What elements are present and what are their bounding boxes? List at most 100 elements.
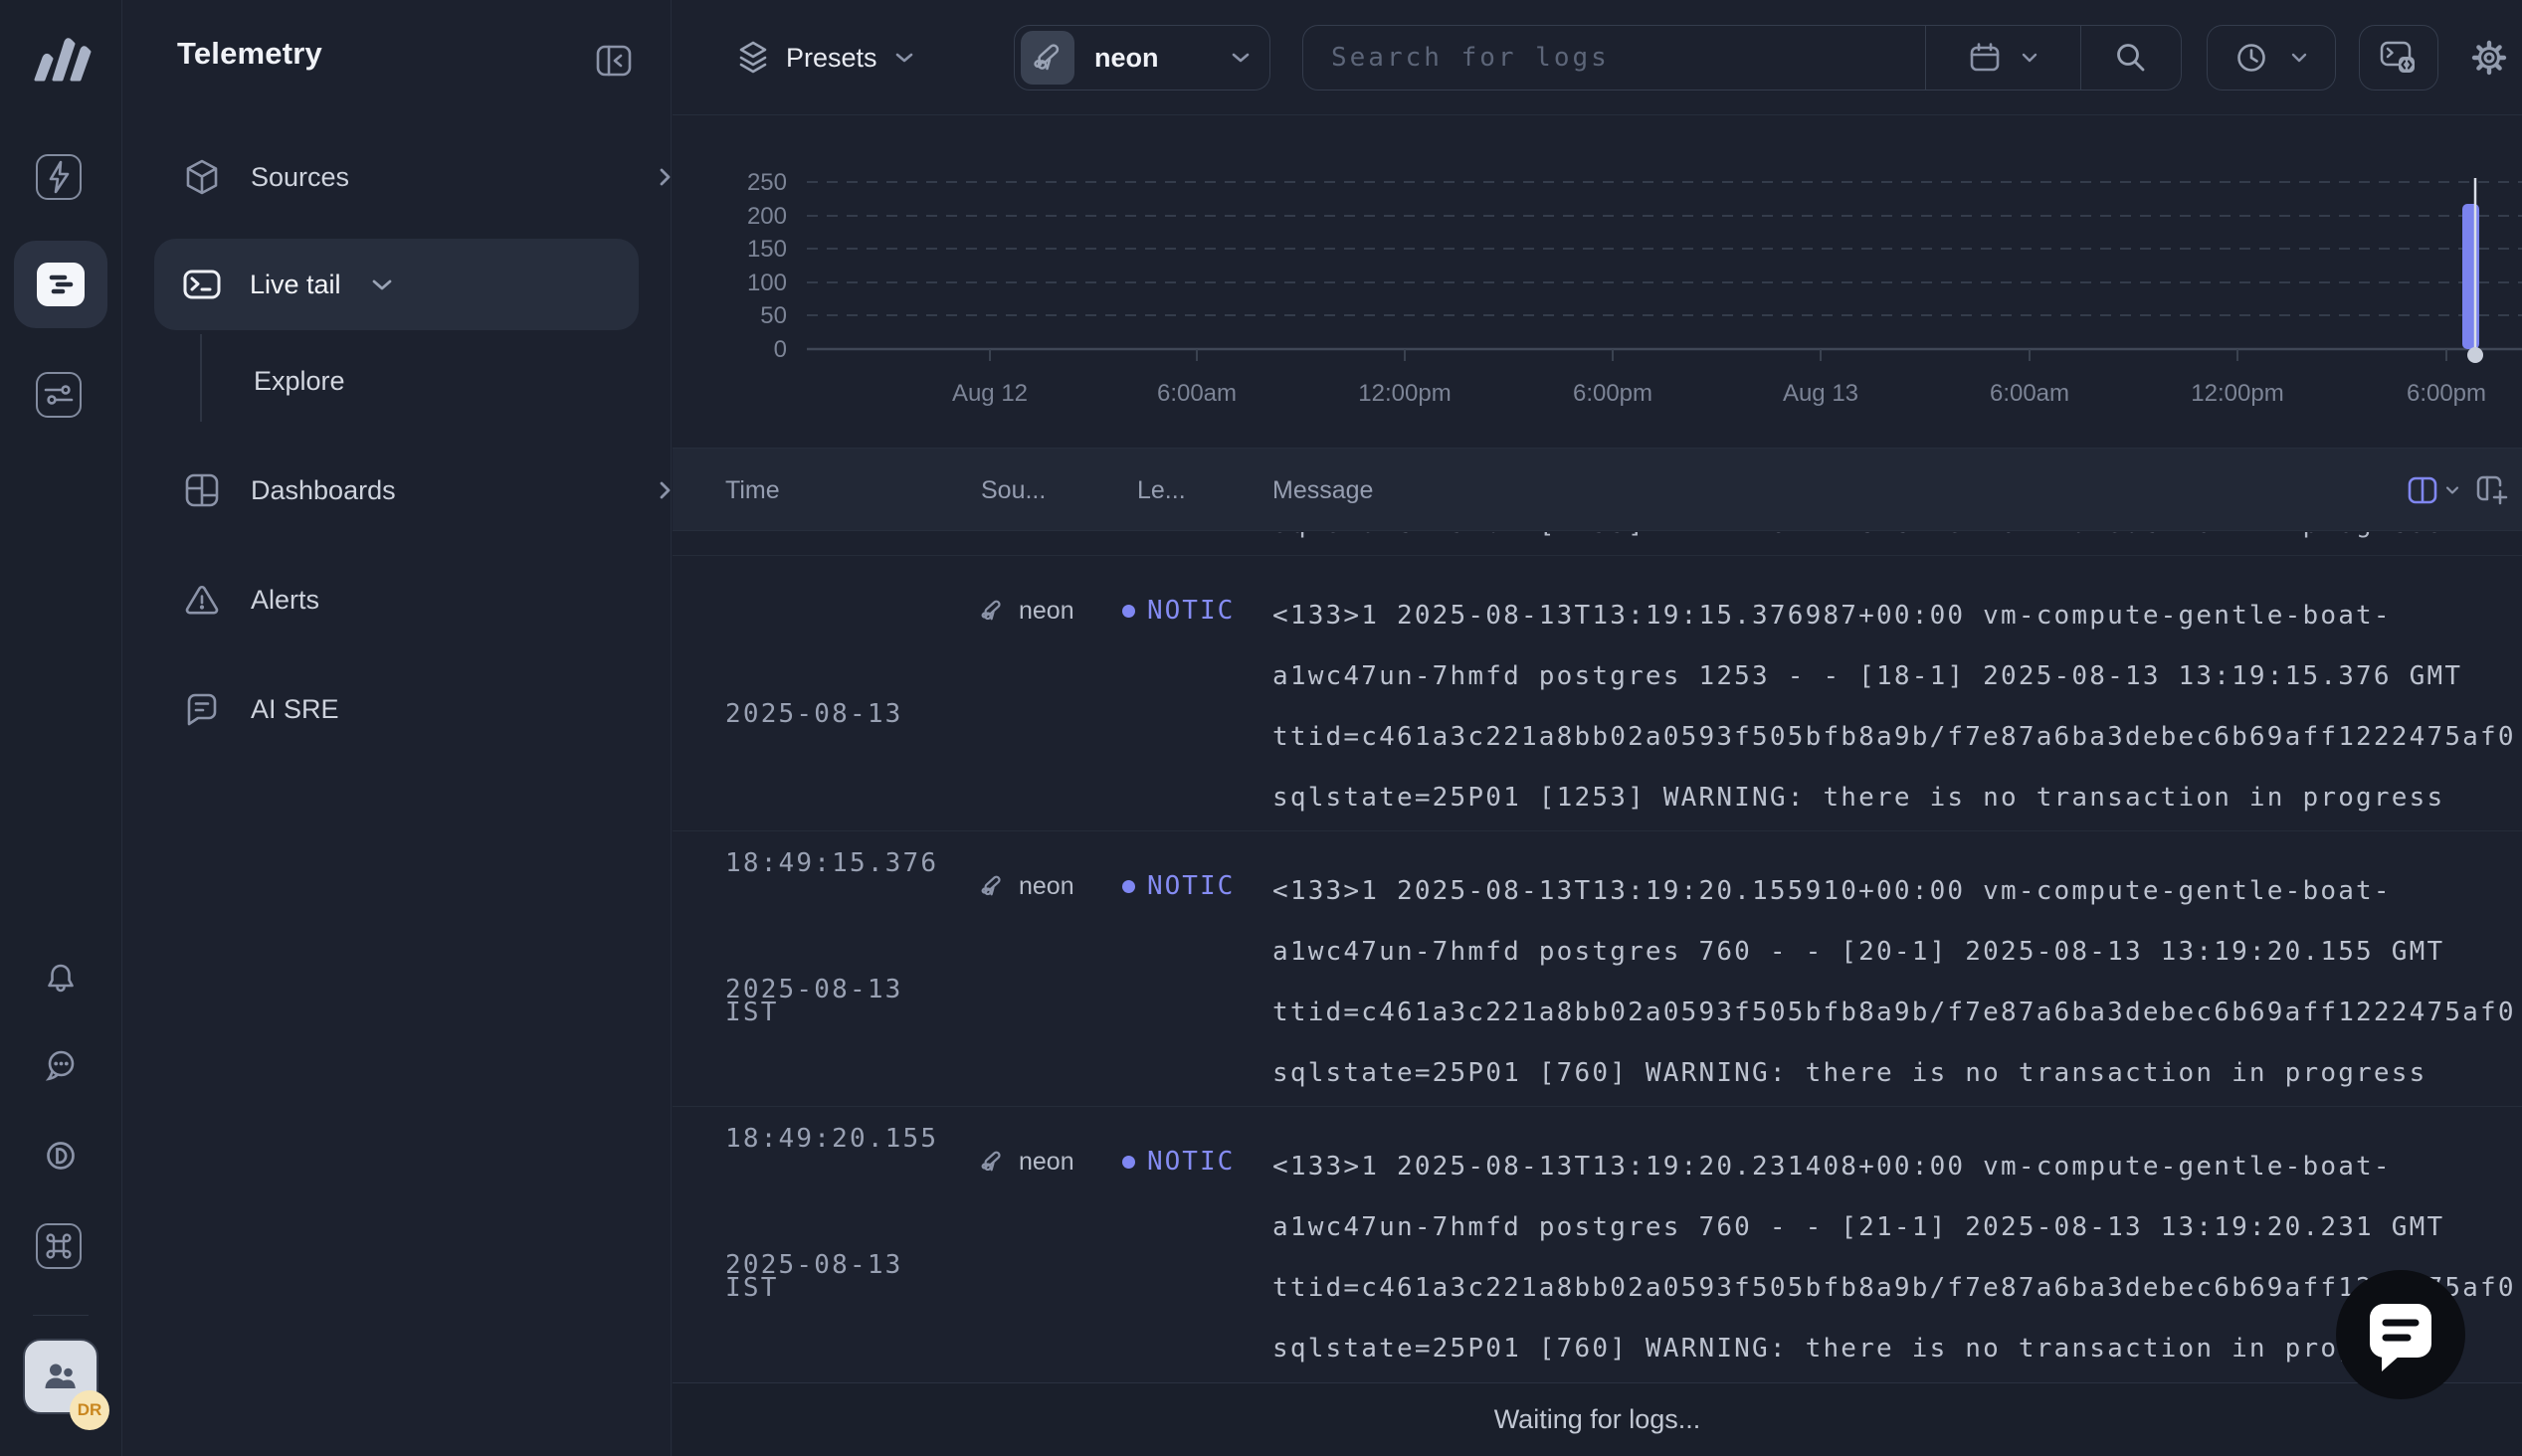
svg-text:12:00pm: 12:00pm: [2191, 380, 2283, 407]
chevron-down-icon: [2289, 50, 2309, 66]
panel-left-close-icon: [592, 39, 636, 83]
sidebar-item-explore[interactable]: Explore: [254, 353, 345, 409]
svg-text:150: 150: [747, 236, 787, 263]
ai-chat-icon: [183, 690, 221, 728]
sidebar-item-label: Live tail: [250, 270, 341, 300]
column-header-level[interactable]: Le...: [1137, 449, 1186, 532]
svg-text:6:00am: 6:00am: [1157, 380, 1237, 407]
log-row[interactable]: 2025-08-13 18:49:15.376 IST neon NO: [673, 555, 2522, 830]
telescope-icon: [977, 871, 1007, 901]
notifications-button[interactable]: [42, 961, 80, 999]
terminal-code-icon: [2379, 39, 2419, 77]
sidebar-item-sources[interactable]: Sources: [183, 149, 675, 205]
command-icon: [45, 1232, 73, 1260]
bell-icon: [43, 962, 79, 998]
topbar: Presets neon: [673, 0, 2522, 115]
chevron-down-icon: [369, 274, 395, 294]
log-message: <133>1 2025-08-13T13:19:15.376987+00:00 …: [1272, 586, 2522, 830]
column-header-source[interactable]: Sou...: [981, 449, 1046, 532]
svg-text:Aug 12: Aug 12: [952, 380, 1028, 407]
live-tail-view-button[interactable]: [2359, 25, 2438, 91]
svg-text:6:00pm: 6:00pm: [2407, 380, 2486, 407]
svg-text:250: 250: [747, 169, 787, 196]
level-dot: [1122, 880, 1135, 893]
sidebar-item-label: Sources: [251, 162, 625, 193]
main-panel: Presets neon: [673, 0, 2522, 1456]
contrast-icon: [43, 1138, 79, 1174]
users-icon: [41, 1359, 81, 1394]
search-icon: [2113, 40, 2149, 76]
columns-layout-button[interactable]: [2407, 475, 2460, 505]
y-axis-labels: 250 200 150 100 50 0: [747, 169, 787, 363]
settings-sliders-nav-button[interactable]: [36, 372, 82, 418]
search-input[interactable]: [1303, 26, 1925, 90]
run-search-button[interactable]: [2081, 26, 2181, 90]
sidebar-item-dashboards[interactable]: Dashboards: [183, 462, 675, 518]
chevron-down-icon: [2444, 483, 2460, 497]
time-range-button[interactable]: [2207, 25, 2336, 91]
log-row[interactable]: 2025-08-13 18:49:20.231 IST neon NO: [673, 1106, 2522, 1381]
sidebar-item-ai-sre[interactable]: AI SRE: [183, 681, 675, 737]
level-dot: [1122, 605, 1135, 618]
page-title: Telemetry: [177, 36, 322, 72]
sliders-icon: [44, 382, 74, 408]
column-header-message[interactable]: Message: [1272, 449, 1373, 532]
sidebar: Telemetry Sources: [123, 0, 672, 1456]
message-dots-icon: [43, 1047, 79, 1083]
avatar-initials-badge: DR: [70, 1390, 109, 1430]
telescope-icon: [1021, 31, 1074, 85]
alert-triangle-icon: [183, 581, 221, 619]
command-menu-button[interactable]: [36, 1223, 82, 1269]
clipped-log-row[interactable]: sqlstate=25P01 [1253] WARNING: there is …: [673, 532, 2522, 555]
telemetry-app: DR Telemetry Sources: [0, 0, 2522, 1456]
logs-icon: [37, 263, 85, 306]
rail-divider: [33, 1315, 89, 1316]
log-rows: 2025-08-13 18:49:15.376 IST neon NO: [673, 555, 2522, 1381]
collapse-sidebar-button[interactable]: [591, 38, 637, 84]
live-cursor-dot: [2467, 347, 2483, 363]
dashboard-icon: [183, 471, 221, 509]
x-axis-labels: Aug 12 6:00am 12:00pm 6:00pm Aug 13 6:00…: [952, 380, 2486, 407]
feedback-chat-button[interactable]: [42, 1046, 80, 1084]
source-selected-value: neon: [1094, 43, 1210, 74]
add-column-button[interactable]: [2474, 473, 2510, 507]
date-range-button[interactable]: [1926, 26, 2080, 90]
sidebar-item-live-tail[interactable]: Live tail: [154, 239, 639, 330]
log-level: NOTIC: [1122, 871, 1235, 901]
zap-icon: [44, 160, 74, 194]
presets-dropdown[interactable]: Presets: [736, 25, 915, 91]
presets-label: Presets: [786, 43, 877, 74]
svg-text:200: 200: [747, 203, 787, 230]
settings-button[interactable]: [2467, 36, 2511, 80]
sidebar-item-label: AI SRE: [251, 694, 675, 725]
chat-bubble-icon: [2364, 1296, 2437, 1373]
svg-text:6:00pm: 6:00pm: [1573, 380, 1652, 407]
icon-rail: DR: [0, 0, 122, 1456]
chevron-down-icon: [2020, 50, 2039, 66]
sidebar-item-label: Alerts: [251, 585, 675, 616]
source-selector[interactable]: neon: [1014, 25, 1270, 91]
sidebar-item-alerts[interactable]: Alerts: [183, 572, 675, 628]
logs-nav-button[interactable]: [14, 241, 107, 328]
svg-text:100: 100: [747, 270, 787, 296]
chevron-down-icon: [1230, 49, 1252, 67]
svg-text:12:00pm: 12:00pm: [1358, 380, 1451, 407]
theme-contrast-button[interactable]: [42, 1137, 80, 1175]
calendar-icon: [1968, 41, 2002, 75]
log-row[interactable]: 2025-08-13 18:49:20.155 IST neon NO: [673, 830, 2522, 1106]
chat-widget-button[interactable]: [2336, 1270, 2465, 1399]
quickstart-nav-button[interactable]: [36, 154, 82, 200]
column-header-time[interactable]: Time: [725, 449, 780, 532]
waiting-status-bar: Waiting for logs...: [673, 1382, 2522, 1456]
log-table-header: Time Sou... Le... Message: [673, 448, 2522, 531]
gear-icon: [2467, 36, 2511, 80]
log-level: NOTIC: [1122, 596, 1235, 626]
clock-icon: [2233, 40, 2269, 76]
logo[interactable]: [26, 28, 96, 86]
log-volume-chart[interactable]: 250 200 150 100 50 0 Aug 12 6:00am 12:00…: [673, 115, 2522, 448]
chevron-right-icon: [655, 478, 675, 502]
svg-text:Aug 13: Aug 13: [1783, 380, 1858, 407]
telescope-icon: [977, 596, 1007, 626]
svg-text:50: 50: [760, 302, 787, 329]
cube-icon: [183, 158, 221, 196]
